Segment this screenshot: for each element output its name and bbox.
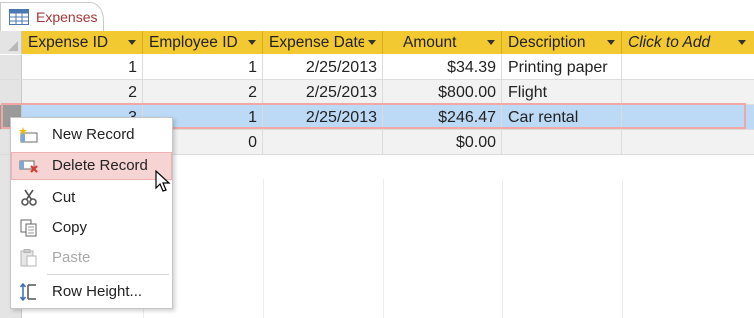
copy-icon bbox=[19, 219, 39, 237]
cell-expense-date[interactable]: 2/25/2013 bbox=[263, 105, 383, 130]
cell-empty[interactable] bbox=[622, 130, 754, 155]
column-header-description[interactable]: Description bbox=[502, 31, 622, 54]
cell-expense-date[interactable]: 2/25/2013 bbox=[263, 80, 383, 105]
paste-icon bbox=[19, 249, 39, 267]
cell-empty[interactable] bbox=[622, 80, 754, 105]
record-selector[interactable] bbox=[0, 55, 22, 80]
cell-expense-id[interactable]: 1 bbox=[22, 55, 143, 80]
menu-item-label: Delete Record bbox=[52, 157, 148, 174]
column-header-label: Click to Add bbox=[628, 34, 711, 51]
menu-item-label: Paste bbox=[52, 249, 91, 266]
chevron-down-icon[interactable] bbox=[368, 40, 376, 45]
delete-record-icon bbox=[19, 157, 39, 175]
tab-label: Expenses bbox=[36, 9, 98, 25]
context-menu: New Record Delete Record Cut Copy Paste … bbox=[10, 117, 173, 309]
select-all-corner[interactable] bbox=[0, 31, 22, 54]
chevron-down-icon[interactable] bbox=[248, 40, 256, 45]
column-header-employee-id[interactable]: Employee ID bbox=[143, 31, 263, 54]
tab-expenses[interactable]: Expenses bbox=[0, 2, 104, 31]
cell-amount[interactable]: $0.00 bbox=[383, 130, 502, 155]
cell-employee-id[interactable]: 2 bbox=[143, 80, 263, 105]
menu-item-label: Row Height... bbox=[52, 283, 143, 300]
menu-item-label: Cut bbox=[52, 189, 76, 206]
table-row[interactable]: 1 1 2/25/2013 $34.39 Printing paper bbox=[0, 55, 754, 80]
cell-expense-id[interactable]: 2 bbox=[22, 80, 143, 105]
cell-description[interactable] bbox=[502, 130, 622, 155]
new-record-icon bbox=[19, 126, 39, 144]
chevron-down-icon[interactable] bbox=[128, 40, 136, 45]
chevron-down-icon[interactable] bbox=[487, 40, 495, 45]
column-header-label: Employee ID bbox=[149, 34, 238, 51]
column-header-click-to-add[interactable]: Click to Add bbox=[622, 31, 754, 54]
menu-item-row-height[interactable]: Row Height... bbox=[11, 278, 172, 306]
column-header-label: Expense ID bbox=[28, 34, 109, 51]
mouse-pointer-icon bbox=[155, 169, 171, 199]
column-header-label: Description bbox=[508, 34, 586, 51]
cell-empty[interactable] bbox=[622, 105, 754, 130]
record-selector[interactable] bbox=[0, 80, 22, 105]
table-row[interactable]: 2 2 2/25/2013 $800.00 Flight bbox=[0, 80, 754, 105]
cell-description[interactable]: Flight bbox=[502, 80, 622, 105]
cell-amount[interactable]: $246.47 bbox=[383, 105, 502, 130]
cell-expense-date[interactable]: 2/25/2013 bbox=[263, 55, 383, 80]
cell-description[interactable]: Printing paper bbox=[502, 55, 622, 80]
table-icon bbox=[9, 9, 29, 25]
cell-empty[interactable] bbox=[622, 55, 754, 80]
menu-item-label: Copy bbox=[52, 219, 88, 236]
scissors-icon bbox=[19, 189, 39, 207]
column-header-expense-date[interactable]: Expense Date bbox=[263, 31, 383, 54]
chevron-down-icon[interactable] bbox=[607, 40, 615, 45]
column-header-label: Expense Date bbox=[269, 34, 367, 51]
cell-expense-date[interactable] bbox=[263, 130, 383, 155]
menu-separator bbox=[47, 274, 169, 275]
row-height-icon bbox=[19, 282, 39, 302]
cell-employee-id[interactable]: 1 bbox=[143, 55, 263, 80]
document-tab-strip: Expenses bbox=[0, 0, 754, 32]
column-header-label: Amount bbox=[403, 34, 457, 51]
menu-item-copy[interactable]: Copy bbox=[11, 214, 172, 242]
menu-item-cut[interactable]: Cut bbox=[11, 184, 172, 212]
menu-item-paste[interactable]: Paste bbox=[11, 244, 172, 272]
column-header-expense-id[interactable]: Expense ID bbox=[22, 31, 143, 54]
column-header-amount[interactable]: Amount bbox=[383, 31, 502, 54]
cell-description[interactable]: Car rental bbox=[502, 105, 622, 130]
menu-item-new-record[interactable]: New Record bbox=[11, 121, 172, 149]
menu-item-label: New Record bbox=[52, 126, 135, 143]
cell-amount[interactable]: $800.00 bbox=[383, 80, 502, 105]
menu-item-delete-record[interactable]: Delete Record bbox=[11, 152, 172, 180]
cell-amount[interactable]: $34.39 bbox=[383, 55, 502, 80]
chevron-down-icon[interactable] bbox=[738, 40, 746, 45]
